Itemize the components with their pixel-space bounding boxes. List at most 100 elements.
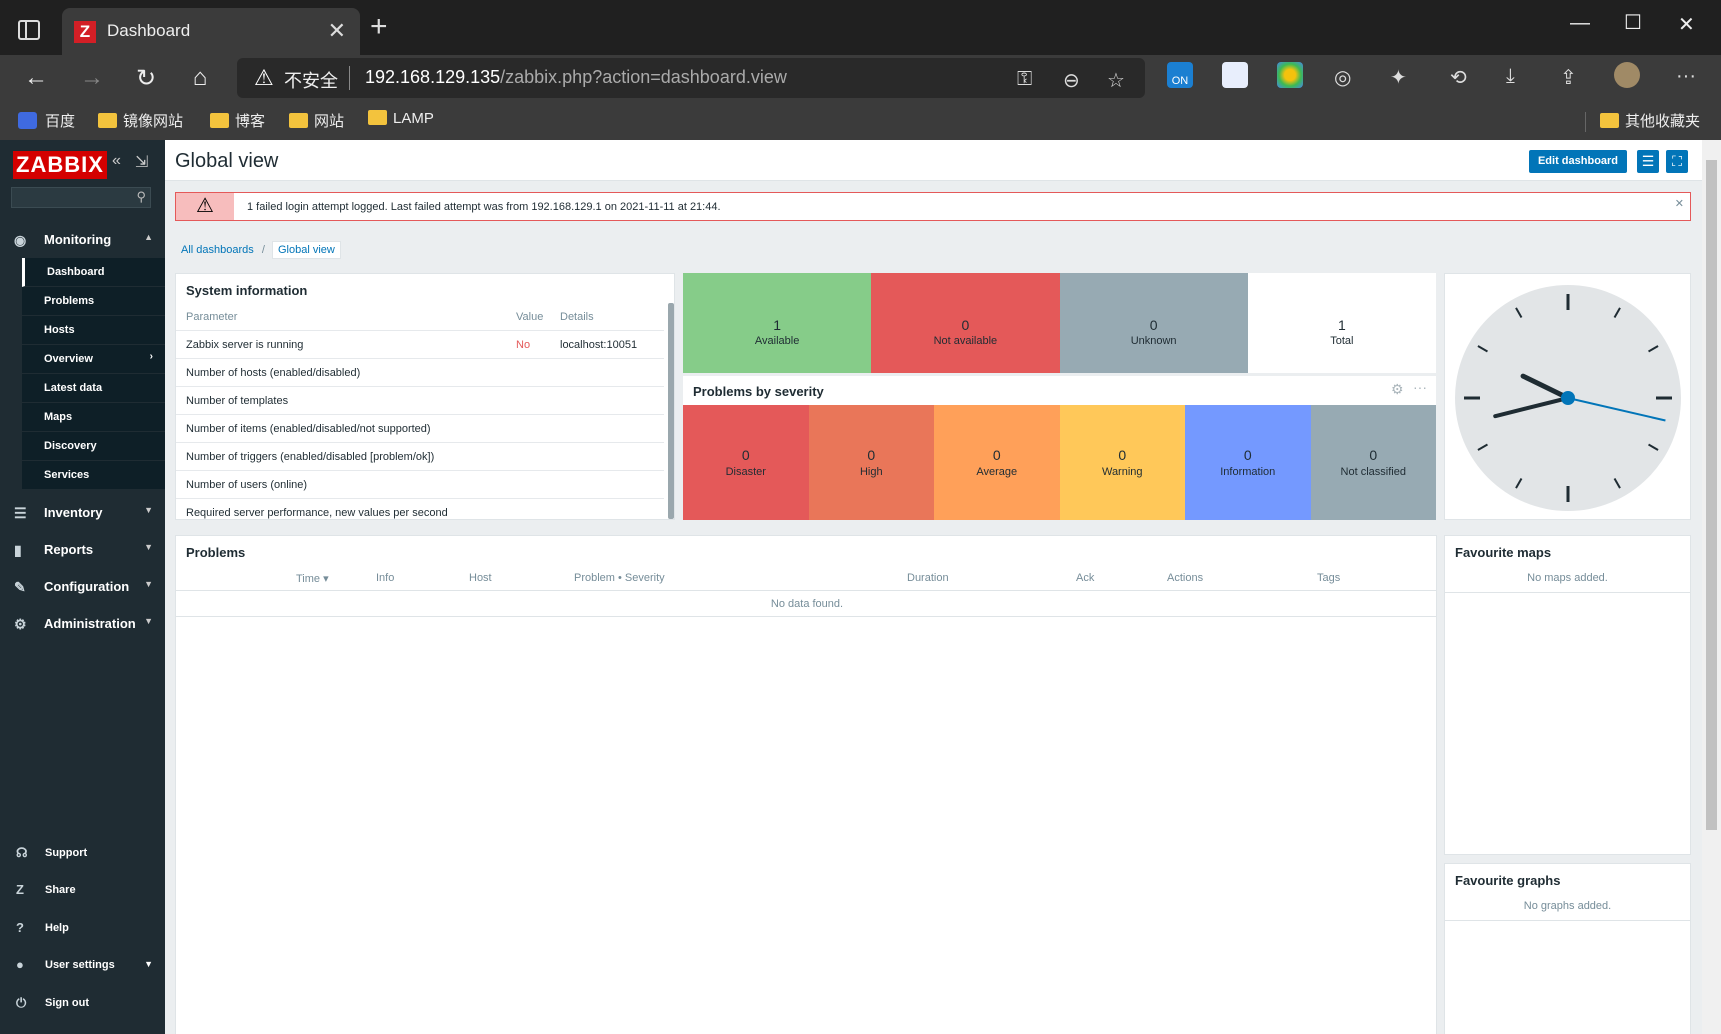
sidebar-search-input[interactable]: ⚲ [11, 187, 151, 208]
address-bar[interactable]: ⚠ 不安全 192.168.129.135/zabbix.php?action=… [237, 58, 1145, 98]
severity-information[interactable]: 0 Information [1185, 405, 1311, 520]
sidebar-item-services[interactable]: Services [22, 461, 165, 490]
profile-avatar[interactable] [1614, 62, 1640, 88]
history-icon[interactable]: ⟲ [1450, 65, 1467, 90]
problems-widget: Problems Time ▾ Info Host Problem • Seve… [175, 535, 1437, 1034]
share-icon[interactable]: ⇪ [1560, 65, 1577, 90]
widget-scrollbar[interactable] [668, 303, 674, 519]
hide-sidebar-icon[interactable]: ⇲ [135, 152, 148, 172]
extension-glasses-icon[interactable]: ◎ [1334, 65, 1351, 90]
gear-icon: ⚙ [14, 616, 27, 632]
download-icon[interactable]: ⤓ [1506, 65, 1515, 88]
sidebar-sign-out[interactable]: ⏻ Sign out [0, 988, 165, 1018]
system-info-parameter: Zabbix server is running [186, 339, 304, 351]
search-icon[interactable]: ⚲ [136, 189, 146, 205]
sidebar-share[interactable]: Z Share [0, 875, 165, 905]
widget-menu-dots-icon[interactable]: ··· [1413, 379, 1427, 395]
widget-settings-gear-icon[interactable]: ⚙ [1391, 381, 1404, 398]
minimize-icon[interactable]: — [1570, 12, 1590, 35]
maximize-icon[interactable]: ☐ [1624, 10, 1642, 35]
menu-reports[interactable]: ▮ Reports ▼ [0, 531, 165, 568]
page-scrollbar[interactable] [1702, 140, 1721, 1034]
chevron-down-icon: ▼ [144, 616, 153, 626]
forward-icon[interactable]: → [72, 64, 112, 92]
clock-widget [1444, 273, 1691, 520]
extension-color-icon[interactable] [1277, 62, 1303, 88]
scrollbar-thumb[interactable] [1706, 160, 1717, 830]
kiosk-mode-icon[interactable]: ⛶ [1666, 150, 1688, 173]
zabbix-logo[interactable]: ZABBIX [13, 151, 107, 179]
column-header: Host [469, 572, 492, 584]
sidebar-item-latest-data[interactable]: Latest data [22, 374, 165, 403]
column-header-time[interactable]: Time ▾ [296, 572, 329, 585]
back-icon[interactable]: ← [16, 64, 56, 92]
column-header: Details [560, 311, 594, 323]
extension-on-icon[interactable]: ON [1167, 62, 1193, 88]
sidebar-item-overview[interactable]: Overview › [22, 345, 165, 374]
sidebar-item-discovery[interactable]: Discovery [22, 432, 165, 461]
host-availability-available[interactable]: 1 Available [683, 273, 872, 373]
sidebar-item-problems[interactable]: Problems [22, 287, 165, 316]
share-z-icon: Z [16, 882, 24, 897]
extension-bird-icon[interactable] [1222, 62, 1248, 88]
sidebar: ZABBIX « ⇲ ⚲ ◉ Monitoring ▲ Dashboard Pr… [0, 140, 165, 1034]
zoom-out-icon[interactable]: ⊖ [1063, 68, 1080, 93]
close-alert-icon[interactable]: ✕ [1675, 197, 1684, 210]
breadcrumb-all-dashboards[interactable]: All dashboards [181, 244, 254, 256]
power-icon: ⏻ [16, 995, 27, 1010]
extensions-puzzle-icon[interactable]: ✦ [1390, 65, 1407, 90]
list-icon: ☰ [14, 505, 27, 521]
bookmark-mirror[interactable]: 镜像网站 [98, 110, 183, 131]
bookmark-sites[interactable]: 网站 [289, 110, 344, 131]
sidebar-item-dashboard[interactable]: Dashboard [22, 258, 165, 287]
system-info-row: Number of hosts (enabled/disabled) [176, 358, 664, 386]
menu-administration[interactable]: ⚙ Administration ▼ [0, 605, 165, 642]
close-tab-icon[interactable]: ✕ [328, 18, 346, 44]
severity-average[interactable]: 0 Average [934, 405, 1060, 520]
breadcrumb-separator: / [261, 244, 265, 256]
user-settings-label: User settings [45, 959, 115, 971]
column-header: Info [376, 572, 395, 584]
bookmark-blog[interactable]: 博客 [210, 110, 265, 131]
new-tab-icon[interactable]: + [370, 10, 388, 44]
sidebar-help[interactable]: ? Help [0, 913, 165, 943]
breadcrumb-current[interactable]: Global view [271, 241, 341, 259]
host-availability-total[interactable]: 1 Total [1247, 273, 1436, 373]
sidebar-user-settings[interactable]: ● User settings ▼ [0, 950, 165, 980]
browser-tab[interactable]: Z Dashboard ✕ [62, 8, 360, 55]
bookmark-lamp[interactable]: LAMP [368, 110, 434, 127]
sidebar-item-hosts[interactable]: Hosts [22, 316, 165, 345]
close-window-icon[interactable]: ✕ [1678, 12, 1695, 37]
other-bookmarks[interactable]: 其他收藏夹 [1600, 110, 1700, 131]
severity-disaster[interactable]: 0 Disaster [683, 405, 809, 520]
bookmark-baidu[interactable]: 百度 [18, 110, 75, 131]
favorite-add-icon[interactable]: ☆ [1107, 68, 1125, 93]
host-count: 0 [1149, 317, 1158, 333]
sidebar-support[interactable]: ☊ Support [0, 838, 165, 868]
reload-icon[interactable]: ↻ [126, 64, 166, 93]
system-info-details: localhost:10051 [560, 339, 638, 351]
menu-inventory[interactable]: ☰ Inventory ▼ [0, 494, 165, 531]
severity-warning[interactable]: 0 Warning [1059, 405, 1185, 520]
host-availability-unknown[interactable]: 0 Unknown [1059, 273, 1248, 373]
failed-login-alert: ⚠ 1 failed login attempt logged. Last fa… [175, 192, 1691, 221]
severity-not-classified[interactable]: 0 Not classified [1310, 405, 1436, 520]
menu-configuration[interactable]: ✎ Configuration ▼ [0, 568, 165, 605]
severity-count: 0 [1369, 447, 1378, 463]
key-icon[interactable]: ⚿ [1017, 68, 1032, 91]
sidebar-item-maps[interactable]: Maps [22, 403, 165, 432]
edit-dashboard-button[interactable]: Edit dashboard [1529, 150, 1627, 173]
collapse-sidebar-icon[interactable]: « [112, 152, 121, 170]
host-status-label: Total [1330, 335, 1354, 347]
home-icon[interactable]: ⌂ [180, 64, 220, 92]
eye-icon: ◉ [14, 232, 27, 248]
dashboard-actions-menu-icon[interactable]: ☰ [1637, 150, 1659, 173]
tab-actions-icon[interactable] [18, 20, 40, 40]
severity-high[interactable]: 0 High [808, 405, 934, 520]
sign-out-label: Sign out [45, 997, 89, 1009]
page-title: Global view [175, 150, 279, 172]
more-menu-icon[interactable]: ··· [1676, 65, 1696, 88]
address-separator [349, 66, 350, 90]
menu-monitoring[interactable]: ◉ Monitoring ▲ [0, 221, 165, 258]
host-availability-not-available[interactable]: 0 Not available [871, 273, 1060, 373]
